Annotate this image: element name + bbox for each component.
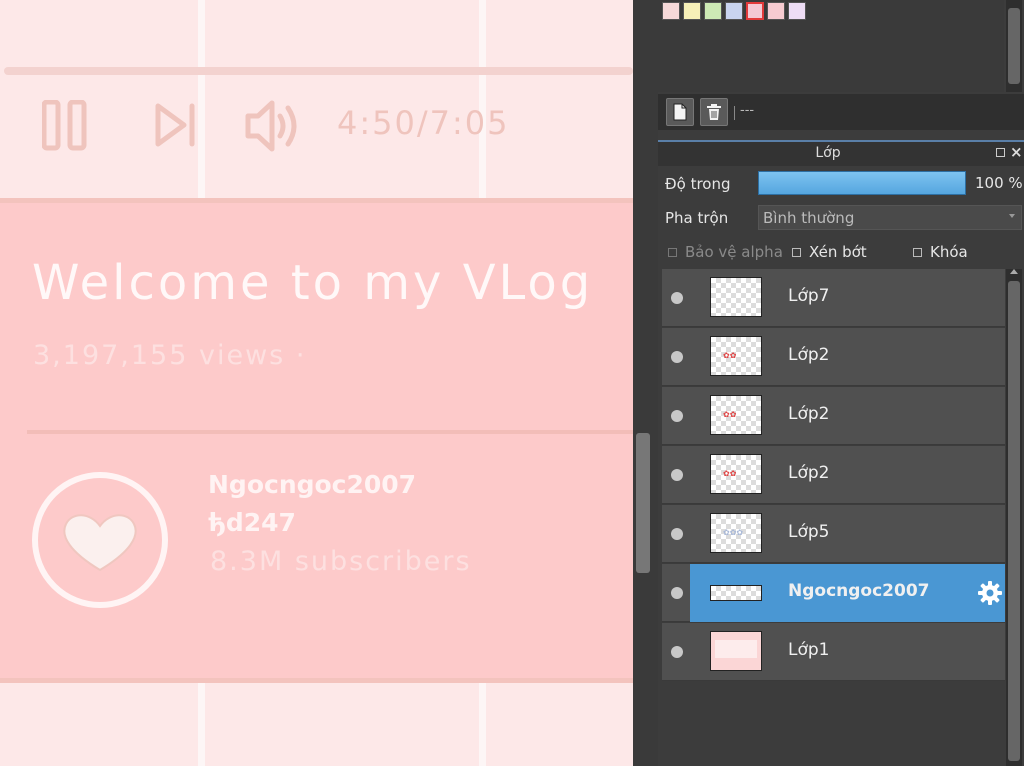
blend-mode-select[interactable]: Bình thường — [758, 205, 1022, 230]
thumbnail-art: ✿✿✿ — [723, 528, 744, 537]
layer-thumbnail — [710, 277, 762, 317]
volume-icon — [245, 100, 297, 152]
palette-scrollbar-thumb[interactable] — [1008, 8, 1020, 84]
layer-panel-title: Lớp — [815, 145, 841, 161]
video-progress-bar — [4, 67, 633, 75]
layer-thumbnail: ✿✿✿ — [710, 513, 762, 553]
visibility-toggle[interactable] — [671, 528, 683, 540]
layer-name: Ngocngoc2007 — [788, 581, 930, 601]
layer-name: Lớp1 — [788, 640, 830, 660]
layer-row[interactable]: ✿✿ Lớp2 — [662, 446, 1005, 504]
visibility-toggle[interactable] — [671, 469, 683, 481]
skip-next-icon — [155, 103, 195, 147]
side-panel: --- Lớp × Độ trong 100 % Pha trộn Bình t… — [658, 0, 1024, 766]
layer-row[interactable]: Lớp7 — [662, 269, 1005, 327]
layer-row[interactable]: Lớp1 — [662, 623, 1005, 681]
opacity-value: 100 % — [975, 174, 1023, 192]
color-swatch[interactable] — [704, 2, 722, 20]
divider — [27, 430, 633, 434]
visibility-toggle[interactable] — [671, 351, 683, 363]
video-time: 4:50/7:05 — [337, 104, 510, 142]
layer-thumbnail — [710, 631, 762, 671]
layer-row-main[interactable]: ✿✿ Lớp2 — [690, 328, 1005, 386]
checkbox-box — [668, 247, 677, 257]
layer-thumbnail — [710, 585, 762, 601]
thumbnail-art: ✿✿ — [723, 410, 737, 419]
scroll-up-icon[interactable] — [1010, 269, 1018, 274]
checkbox-box — [792, 247, 801, 257]
layer-name: Lớp5 — [788, 522, 830, 542]
layer-name: Lớp7 — [788, 286, 830, 306]
color-swatch[interactable] — [746, 2, 764, 20]
layer-row-main[interactable]: ✿✿ Lớp2 — [690, 387, 1005, 445]
close-icon[interactable]: × — [1010, 143, 1023, 161]
visibility-toggle[interactable] — [671, 646, 683, 658]
heart-avatar-icon — [32, 472, 168, 608]
clip-label: Xén bớt — [809, 243, 867, 261]
layer-row-selected[interactable]: Ngocngoc2007 — [662, 564, 1005, 622]
blend-mode-value: Bình thường — [763, 209, 855, 227]
layer-name: Lớp2 — [788, 345, 830, 365]
visibility-toggle[interactable] — [671, 410, 683, 422]
lock-checkbox[interactable]: Khóa — [913, 243, 968, 261]
layer-name: Lớp2 — [788, 404, 830, 424]
toolbar-status: --- — [740, 103, 755, 118]
layer-thumbnail: ✿✿ — [710, 336, 762, 376]
color-swatch[interactable] — [683, 2, 701, 20]
layer-toolbar: --- — [658, 94, 1024, 130]
thumbnail-art: ✿✿ — [723, 351, 737, 360]
color-swatch[interactable] — [788, 2, 806, 20]
checkbox-box — [913, 247, 922, 257]
protect-alpha-checkbox[interactable]: Bảo vệ alpha — [668, 243, 783, 261]
visibility-toggle[interactable] — [671, 587, 683, 599]
view-count: 3,197,155 views · — [33, 340, 307, 371]
layer-row-main[interactable]: ✿✿ Lớp2 — [690, 446, 1005, 504]
layer-name: Lớp2 — [788, 463, 830, 483]
channel-name: Ngocngoc2007 — [208, 470, 417, 499]
canvas-scrollbar[interactable] — [633, 0, 658, 766]
subscriber-count: 8.3M subscribers — [210, 546, 472, 577]
protect-alpha-label: Bảo vệ alpha — [685, 243, 783, 261]
color-swatch[interactable] — [725, 2, 743, 20]
palette-scrollbar[interactable] — [1006, 0, 1022, 92]
new-page-icon — [673, 103, 687, 121]
color-swatch[interactable] — [662, 2, 680, 20]
video-title: Welcome to my VLog — [32, 255, 594, 311]
layer-row[interactable]: ✿✿ Lớp2 — [662, 328, 1005, 386]
layer-row[interactable]: ✿✿ Lớp2 — [662, 387, 1005, 445]
toolbar-separator — [734, 106, 735, 120]
delete-layer-button[interactable] — [700, 98, 728, 126]
layer-thumbnail: ✿✿ — [710, 454, 762, 494]
layer-thumbnail: ✿✿ — [710, 395, 762, 435]
clip-checkbox[interactable]: Xén bớt — [792, 243, 867, 261]
layer-row[interactable]: ✿✿✿ Lớp5 — [662, 505, 1005, 563]
layer-row-main[interactable]: Lớp1 — [690, 623, 1005, 681]
trash-icon — [707, 104, 721, 120]
layer-list-scrollbar-thumb[interactable] — [1008, 281, 1020, 761]
opacity-label: Độ trong — [665, 175, 731, 193]
popout-icon[interactable] — [996, 148, 1005, 157]
thumbnail-art — [715, 640, 757, 658]
color-swatch[interactable] — [767, 2, 785, 20]
blend-label: Pha trộn — [665, 209, 729, 227]
layer-list-scrollbar[interactable] — [1006, 269, 1022, 766]
canvas-scrollbar-thumb[interactable] — [636, 433, 650, 573]
chevron-down-icon — [1009, 214, 1015, 218]
visibility-toggle[interactable] — [671, 292, 683, 304]
layer-row-main[interactable]: ✿✿✿ Lớp5 — [690, 505, 1005, 563]
layer-panel-header: Lớp × — [658, 140, 1024, 166]
lock-label: Khóa — [930, 243, 968, 261]
color-palette — [658, 0, 1004, 92]
pause-icon — [42, 100, 87, 151]
channel-handle: ђd247 — [208, 508, 296, 537]
layer-row-main[interactable]: Lớp7 — [690, 269, 1005, 327]
thumbnail-art: ✿✿ — [723, 469, 737, 478]
new-layer-button[interactable] — [666, 98, 694, 126]
layer-row-main[interactable]: Ngocngoc2007 — [690, 564, 1005, 622]
drawing-canvas[interactable]: 4:50/7:05 Welcome to my VLog 3,197,155 v… — [0, 0, 633, 766]
gear-icon[interactable] — [977, 580, 1003, 606]
opacity-slider[interactable] — [758, 171, 966, 195]
